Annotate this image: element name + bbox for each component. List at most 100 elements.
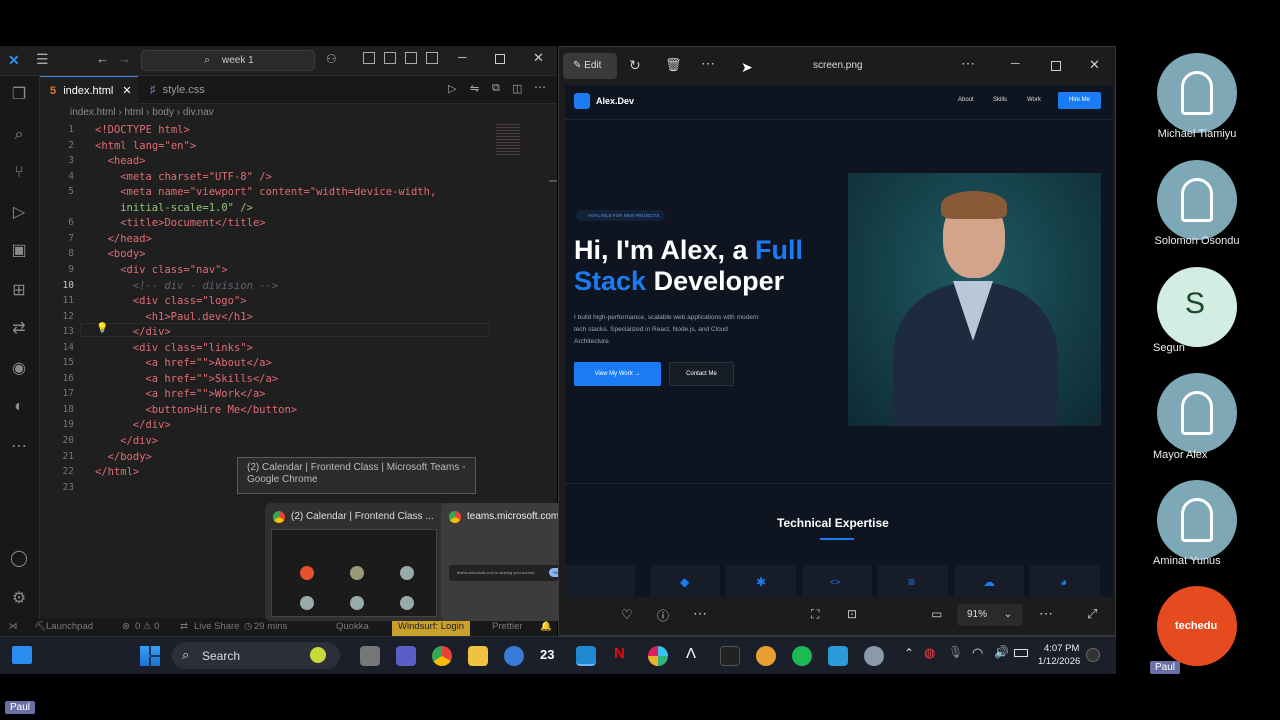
settings-gear-icon[interactable]: ⚙ <box>8 588 30 610</box>
preview-title[interactable]: (2) Calendar | Frontend Class ... <box>291 511 434 522</box>
favorite-icon[interactable]: ♡ <box>621 607 633 623</box>
notification-badge-icon[interactable] <box>1086 648 1100 662</box>
layout-panel-left-icon[interactable] <box>384 52 396 64</box>
maximize-icon[interactable] <box>1051 61 1061 71</box>
spotify-icon[interactable] <box>792 646 812 666</box>
account-icon[interactable]: ◯ <box>8 548 30 570</box>
zoom-dropdown[interactable]: 91% ⌄ <box>957 604 1023 626</box>
open-preview-icon[interactable]: ⧉ <box>492 82 500 95</box>
source-control-icon[interactable]: ⑂ <box>8 162 30 184</box>
wifi-icon[interactable]: ◠ <box>972 645 983 661</box>
minimize-icon[interactable]: ─ <box>458 50 467 64</box>
run-icon[interactable]: ▷ <box>448 82 456 95</box>
more-icon[interactable]: ⋯ <box>693 605 707 622</box>
layout-sidebar-icon[interactable] <box>363 52 375 64</box>
image-viewer-canvas[interactable]: Alex.Dev About Skills Work Hire Me AVAIL… <box>565 85 1113 597</box>
launchpad-label[interactable]: Launchpad <box>46 618 93 636</box>
forward-arrow-icon[interactable]: → <box>118 51 131 66</box>
battery-icon[interactable] <box>1014 649 1028 657</box>
participant-avatar[interactable] <box>1157 480 1237 560</box>
teams-icon[interactable] <box>396 646 416 666</box>
remote-explorer-icon[interactable]: ▣ <box>8 240 30 262</box>
expand-icon[interactable]: ⤢ <box>1087 606 1097 622</box>
minimap[interactable] <box>496 124 520 156</box>
github-icon[interactable]: ◉ <box>8 358 30 380</box>
widgets-icon[interactable] <box>12 646 32 664</box>
minimize-icon[interactable]: ─ <box>1011 56 1020 70</box>
more-icon[interactable]: ⋯ <box>701 55 715 72</box>
participant-avatar[interactable] <box>1157 53 1237 133</box>
tab-style-css[interactable]: ♯ style.css <box>140 76 236 104</box>
live-share-icon[interactable]: ⇄ <box>8 318 30 340</box>
paint-icon[interactable] <box>828 646 848 666</box>
vscode-logo-icon: ✕ <box>8 52 20 68</box>
settings-icon[interactable] <box>864 646 884 666</box>
capcut-icon[interactable] <box>720 646 740 666</box>
volume-icon[interactable]: 🔊 <box>994 645 1009 659</box>
task-view-icon[interactable] <box>360 646 380 666</box>
fit-window-icon[interactable]: ▭ <box>931 607 942 621</box>
compare-icon[interactable]: ⇋ <box>470 82 479 95</box>
run-debug-icon[interactable]: ▷ <box>8 202 30 224</box>
vscode-taskbar-icon[interactable] <box>576 646 596 666</box>
more-icon[interactable]: ⋯ <box>961 55 975 72</box>
breadcrumb-item[interactable]: body <box>152 107 174 118</box>
breadcrumb-item[interactable]: index.html <box>70 107 116 118</box>
tab-close-icon[interactable]: ✕ <box>122 85 131 97</box>
search-icon[interactable]: ⌕ <box>8 124 30 146</box>
clock-date[interactable]: 1/12/2026 <box>1038 656 1080 667</box>
start-windows-icon[interactable] <box>140 646 160 666</box>
clock-time[interactable]: 4:07 PM <box>1044 643 1079 654</box>
app-a-icon[interactable]: Λ <box>686 645 696 662</box>
edit-button[interactable]: ✎ Edit <box>563 53 617 79</box>
extensions-icon[interactable]: ⊞ <box>8 280 30 302</box>
split-editor-icon[interactable]: ◫ <box>512 82 522 95</box>
participant-avatar[interactable]: S <box>1157 267 1237 347</box>
calendar-badge-icon[interactable]: 23 <box>540 647 554 662</box>
text-scan-icon[interactable]: ⊡ <box>847 607 857 621</box>
recording-icon[interactable]: ◍ <box>924 645 935 661</box>
microphone-icon[interactable]: 🎙 <box>948 645 963 659</box>
delete-icon[interactable]: 🗑 <box>665 57 682 73</box>
more-actions-icon[interactable]: ⋯ <box>534 80 546 94</box>
more-icon[interactable]: ⋯ <box>1039 605 1053 622</box>
slack-icon[interactable] <box>648 646 668 666</box>
chevron-up-icon[interactable]: ⌃ <box>904 646 914 660</box>
remote-icon[interactable]: ⋊ <box>8 618 18 636</box>
info-icon[interactable]: ⓘ <box>657 607 669 624</box>
participant-thumb <box>350 596 364 610</box>
close-icon[interactable]: ✕ <box>533 50 544 66</box>
back-arrow-icon[interactable]: ← <box>96 51 109 66</box>
scrollbar[interactable] <box>549 180 557 182</box>
visual-search-icon[interactable]: ⛶ <box>811 607 819 622</box>
more-icon[interactable]: ⋯ <box>8 436 30 458</box>
rotate-icon[interactable]: ↻ <box>629 57 641 74</box>
participant-avatar[interactable] <box>1157 373 1237 453</box>
breadcrumb-item[interactable]: div.nav <box>183 107 214 118</box>
close-icon[interactable]: ✕ <box>1089 57 1100 73</box>
breadcrumb-item[interactable]: html <box>124 107 143 118</box>
problems-count[interactable]: 0 ⚠ 0 <box>135 618 159 636</box>
layout-panel-right-icon[interactable] <box>426 52 438 64</box>
chrome-taskbar-icon[interactable] <box>432 646 452 666</box>
lightbulb-icon[interactable]: 💡 <box>96 323 108 334</box>
layout-panel-bottom-icon[interactable] <box>405 52 417 64</box>
maximize-icon[interactable] <box>495 54 505 64</box>
command-search-box[interactable]: ⌕ week 1 <box>141 50 315 71</box>
explorer-icon[interactable]: ❐ <box>8 84 30 106</box>
presenter-name-tag: Paul <box>5 701 36 714</box>
tab-index-html[interactable]: 5 index.html ✕ <box>40 76 138 104</box>
participant-avatar[interactable] <box>1157 160 1237 240</box>
menu-icon[interactable]: ☰ <box>36 51 49 68</box>
live-share-label[interactable]: Live Share <box>194 618 239 636</box>
edge-icon[interactable]: ◐ <box>8 396 30 418</box>
vscode-insiders-icon[interactable] <box>504 646 524 666</box>
brave-icon[interactable] <box>756 646 776 666</box>
line-number: 4 <box>68 170 74 182</box>
netflix-icon[interactable]: N <box>614 645 625 662</box>
file-explorer-icon[interactable] <box>468 646 488 666</box>
participant-avatar-paul[interactable]: techedu <box>1157 586 1237 666</box>
copilot-icon[interactable]: ⚇ <box>326 52 337 66</box>
preview-thumbnail[interactable] <box>271 529 437 617</box>
taskbar-search-box[interactable]: ⌕ Search <box>172 642 340 669</box>
